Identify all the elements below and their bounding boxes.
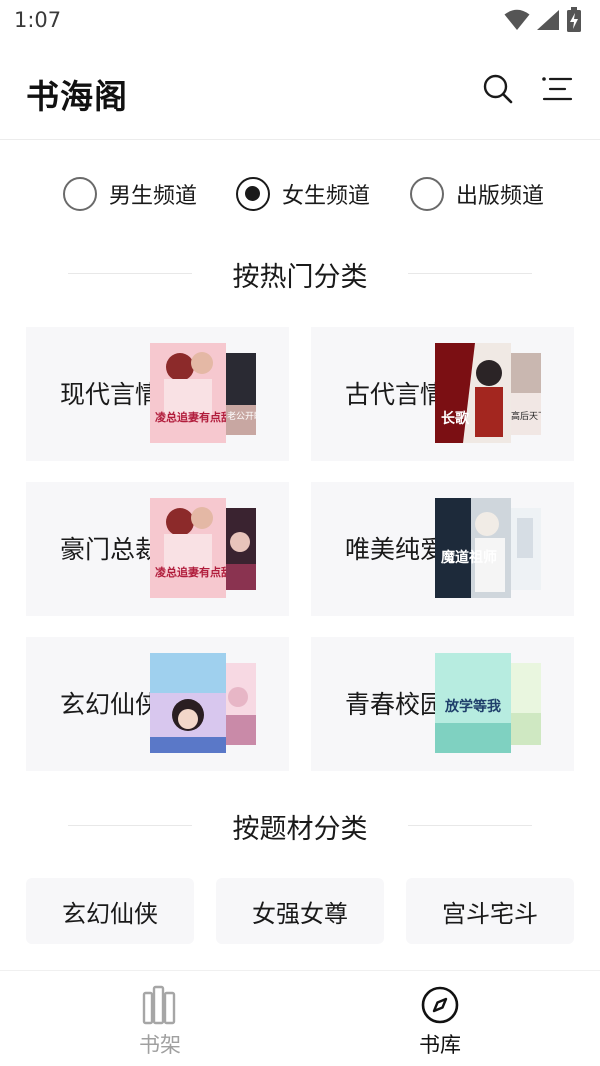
cover-text: 凌总追妻有点甜 bbox=[155, 565, 226, 579]
category-card-campus[interactable]: 青春校园 放学等我 bbox=[311, 637, 574, 771]
category-card-modern-romance[interactable]: 现代言情 老公开眼 凌总追妻有点甜 bbox=[26, 327, 289, 461]
category-label: 豪门总裁 bbox=[60, 535, 161, 564]
topic-chip-palace-drama[interactable]: 宫斗宅斗 bbox=[406, 878, 574, 944]
cover-text: 高后天下 bbox=[511, 410, 541, 422]
search-button[interactable] bbox=[481, 72, 515, 106]
book-cover: 长歌 bbox=[435, 343, 511, 443]
category-card-pure-love[interactable]: 唯美纯爱 魔道祖师 bbox=[311, 482, 574, 616]
topic-section-heading: 按题材分类 bbox=[0, 805, 600, 845]
app-title: 书海阁 bbox=[26, 77, 128, 116]
divider bbox=[408, 825, 532, 826]
book-cover-back bbox=[509, 508, 541, 590]
channel-radio-female[interactable]: 女生频道 bbox=[236, 174, 370, 214]
status-bar: 1:07 bbox=[0, 0, 600, 40]
status-icons bbox=[504, 6, 582, 34]
radio-unchecked-icon bbox=[63, 177, 97, 211]
book-cover-back: 老公开眼 bbox=[224, 353, 256, 435]
radio-checked-icon bbox=[236, 177, 270, 211]
category-label: 唯美纯爱 bbox=[345, 535, 446, 564]
popular-section-heading: 按热门分类 bbox=[0, 253, 600, 293]
wifi-icon bbox=[504, 9, 530, 30]
divider bbox=[408, 273, 532, 274]
cover-text: 老公开眼 bbox=[227, 410, 256, 422]
menu-button[interactable] bbox=[540, 72, 574, 106]
channel-selector: 男生频道 女生频道 出版频道 bbox=[0, 174, 600, 214]
app-header: 书海阁 bbox=[0, 40, 600, 140]
menu-icon bbox=[542, 77, 573, 101]
book-cover: 魔道祖师 bbox=[435, 498, 511, 598]
bottom-nav: 书架 书库 bbox=[0, 970, 600, 1066]
section-title: 按题材分类 bbox=[232, 814, 368, 845]
compass-icon bbox=[421, 986, 459, 1024]
cover-text: 长歌 bbox=[441, 410, 470, 427]
book-cover-back: 高后天下 bbox=[509, 353, 541, 435]
nav-item-bookshelf[interactable]: 书架 bbox=[100, 971, 220, 1066]
category-card-ancient-romance[interactable]: 古代言情 高后天下 长歌 bbox=[311, 327, 574, 461]
category-card-ceo-romance[interactable]: 豪门总裁 凌总追妻有点甜 bbox=[26, 482, 289, 616]
cover-text: 凌总追妻有点甜 bbox=[155, 410, 226, 424]
book-cover: 凌总追妻有点甜 bbox=[150, 343, 226, 443]
cover-text: 魔道祖师 bbox=[441, 549, 497, 566]
bookshelf-icon bbox=[142, 985, 176, 1025]
radio-unchecked-icon bbox=[410, 177, 444, 211]
book-cover bbox=[150, 653, 226, 753]
category-label: 古代言情 bbox=[345, 380, 446, 409]
book-cover: 放学等我 bbox=[435, 653, 511, 753]
channel-label: 女生频道 bbox=[282, 184, 371, 209]
book-cover-back bbox=[224, 663, 256, 745]
category-card-fantasy[interactable]: 玄幻仙侠 bbox=[26, 637, 289, 771]
category-label: 现代言情 bbox=[60, 380, 161, 409]
channel-radio-publishing[interactable]: 出版频道 bbox=[410, 174, 544, 214]
nav-label: 书架 bbox=[139, 1033, 181, 1057]
battery-charging-icon bbox=[567, 7, 581, 32]
nav-label: 书库 bbox=[419, 1033, 461, 1057]
channel-radio-male[interactable]: 男生频道 bbox=[63, 174, 197, 214]
signal-icon bbox=[537, 10, 559, 30]
category-label: 青春校园 bbox=[345, 690, 446, 719]
topic-chip-strong-heroine[interactable]: 女强女尊 bbox=[216, 878, 384, 944]
section-title: 按热门分类 bbox=[232, 262, 368, 293]
search-icon bbox=[483, 74, 513, 104]
status-time: 1:07 bbox=[14, 8, 62, 32]
book-cover-back bbox=[224, 508, 256, 590]
nav-item-library[interactable]: 书库 bbox=[380, 971, 500, 1066]
book-cover: 凌总追妻有点甜 bbox=[150, 498, 226, 598]
cover-text: 放学等我 bbox=[444, 698, 501, 715]
topic-chip-fantasy[interactable]: 玄幻仙侠 bbox=[26, 878, 194, 944]
channel-label: 男生频道 bbox=[109, 184, 198, 209]
channel-label: 出版频道 bbox=[456, 184, 545, 209]
category-label: 玄幻仙侠 bbox=[60, 690, 161, 719]
book-cover-back bbox=[509, 663, 541, 745]
